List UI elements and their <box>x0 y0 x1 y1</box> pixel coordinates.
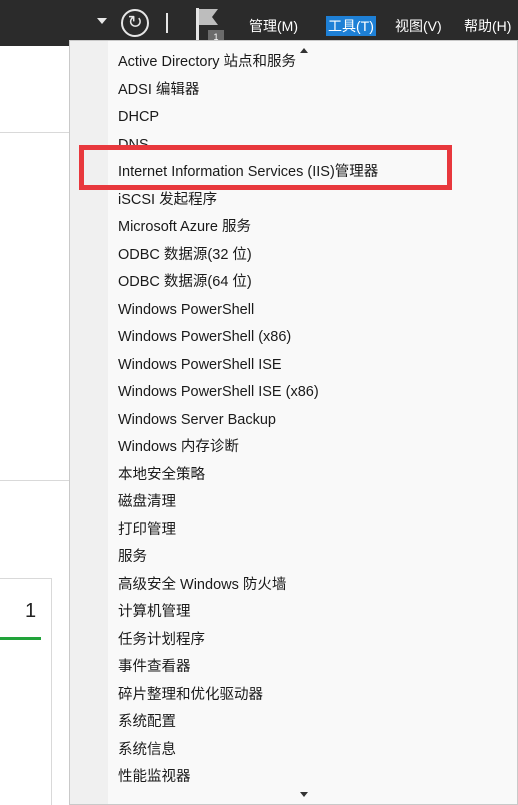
tile-border <box>0 578 52 579</box>
menu-item[interactable]: 任务计划程序 <box>118 627 205 654</box>
panel-divider <box>0 132 70 133</box>
menu-view[interactable]: 视图(V) <box>395 16 442 36</box>
menu-item[interactable]: 事件查看器 <box>118 654 191 681</box>
menu-item[interactable]: 打印管理 <box>118 517 176 544</box>
menu-item[interactable]: 计算机管理 <box>118 599 191 626</box>
flag-icon[interactable]: 1 <box>194 6 228 42</box>
tile-border <box>51 578 52 805</box>
menu-item[interactable]: ODBC 数据源(32 位) <box>118 242 252 269</box>
scroll-down-arrow[interactable] <box>300 792 308 797</box>
menu-item[interactable]: ODBC 数据源(64 位) <box>118 269 252 296</box>
tile-count: 1 <box>25 600 37 622</box>
menu-item[interactable]: 系统信息 <box>118 737 176 764</box>
toolbar-separator <box>166 13 168 33</box>
menu-item[interactable]: 本地安全策略 <box>118 462 205 489</box>
menu-item[interactable]: Microsoft Azure 服务 <box>118 214 251 241</box>
menu-item[interactable]: Windows PowerShell <box>118 297 254 324</box>
menu-item[interactable]: Windows PowerShell (x86) <box>118 324 291 351</box>
refresh-icon[interactable]: ↻ <box>121 9 149 37</box>
panel-divider <box>0 480 70 481</box>
menu-item[interactable]: iSCSI 发起程序 <box>118 187 217 214</box>
menu-item[interactable]: Active Directory 站点和服务 <box>118 49 296 76</box>
menu-item[interactable]: Windows 内存诊断 <box>118 434 239 461</box>
menu-manage[interactable]: 管理(M) <box>249 16 298 36</box>
menu-item[interactable]: DHCP <box>118 104 159 131</box>
scroll-up-arrow[interactable] <box>300 48 308 53</box>
status-bar <box>0 637 41 640</box>
highlight-box <box>79 145 452 190</box>
menu-item[interactable]: 碎片整理和优化驱动器 <box>118 682 263 709</box>
menu-item[interactable]: 服务 <box>118 544 147 571</box>
menu-tools[interactable]: 工具(T) <box>326 16 376 36</box>
menu-item[interactable]: 磁盘清理 <box>118 489 176 516</box>
chevron-down-icon[interactable] <box>97 18 107 24</box>
menu-item[interactable]: Windows Server Backup <box>118 407 276 434</box>
menu-item[interactable]: Windows PowerShell ISE (x86) <box>118 379 319 406</box>
menu-item[interactable]: Windows PowerShell ISE <box>118 352 282 379</box>
menu-item[interactable]: 性能监视器 <box>118 764 191 791</box>
menu-item[interactable]: ADSI 编辑器 <box>118 77 199 104</box>
menu-item[interactable]: 系统配置 <box>118 709 176 736</box>
menu-item[interactable]: 高级安全 Windows 防火墙 <box>118 572 286 599</box>
menu-help[interactable]: 帮助(H) <box>464 16 511 36</box>
